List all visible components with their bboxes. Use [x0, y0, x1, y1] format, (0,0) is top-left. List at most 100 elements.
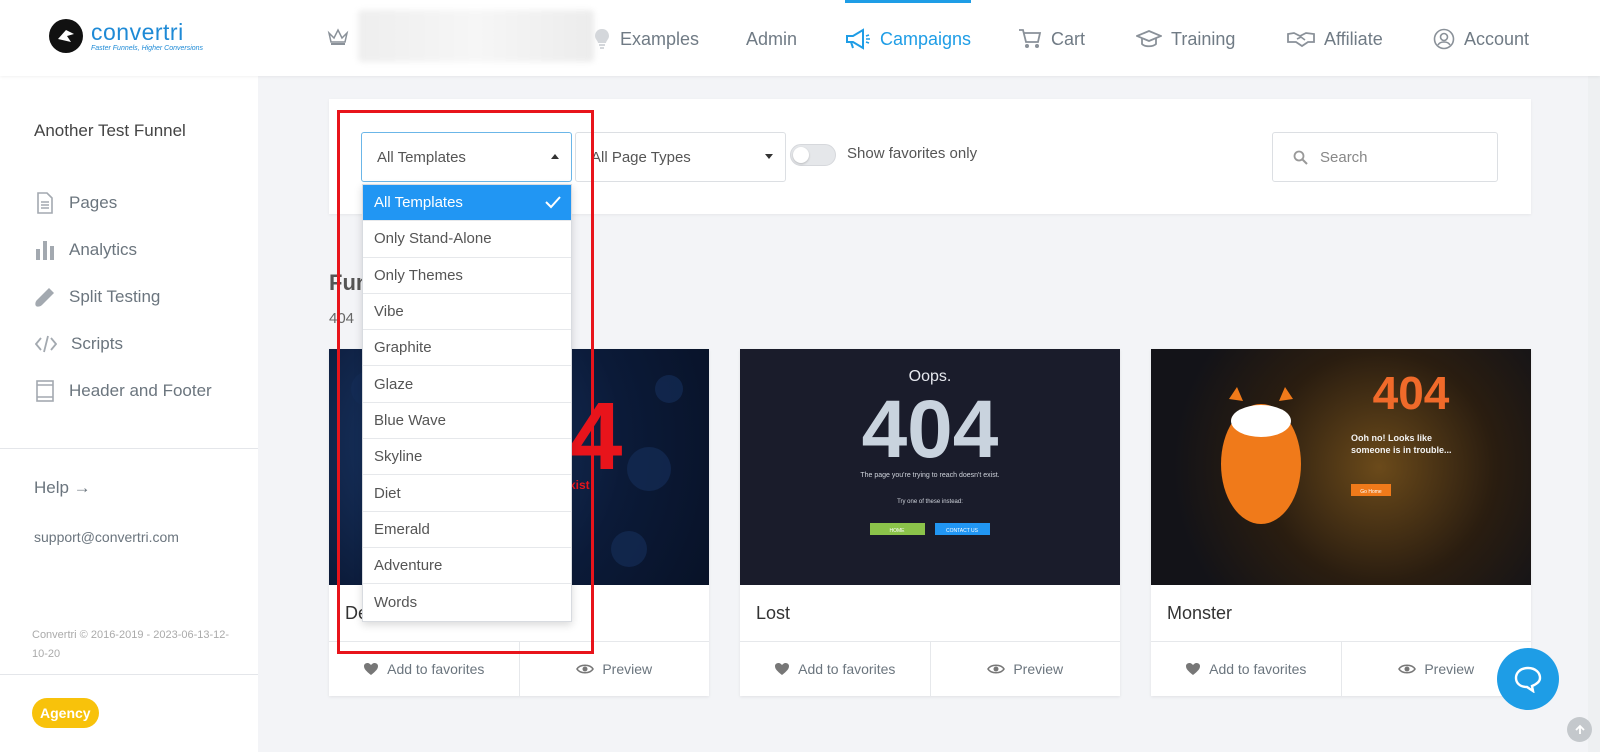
template-dropdown-menu: All Templates Only Stand-Alone Only Them… [362, 184, 572, 622]
dropdown-option[interactable]: Only Stand-Alone [363, 221, 571, 258]
funnel-name: Another Test Funnel [34, 121, 186, 140]
sidebar: Another Test Funnel Pages Analytics Spli… [0, 76, 258, 752]
page-icon [37, 192, 53, 214]
thumb-big-text: 404 [1373, 367, 1450, 419]
thumb-small-text: xist [569, 478, 590, 492]
dropdown-option[interactable]: Only Themes [363, 258, 571, 294]
monster-illustration [1221, 387, 1301, 524]
add-to-favorites-button[interactable]: Add to favorites [740, 642, 930, 696]
nav-examples[interactable]: Examples [593, 26, 699, 52]
thumb-big-text: 404 [862, 384, 999, 475]
toggle-knob [793, 147, 809, 163]
preview-button[interactable]: Preview [518, 642, 710, 696]
template-card[interactable]: 404 Ooh no! Looks like someone is in tro… [1151, 349, 1531, 696]
lightbulb-icon [595, 29, 609, 49]
thumb-line2: someone is in trouble... [1351, 445, 1452, 455]
sidebar-item-scripts[interactable]: Scripts [35, 331, 123, 357]
option-label: Words [374, 593, 418, 611]
page-type-select[interactable]: All Page Types [575, 132, 786, 182]
sidebar-item-header-footer[interactable]: Header and Footer [35, 378, 212, 404]
support-email-link[interactable]: support@convertri.com [34, 529, 179, 545]
option-label: Only Stand-Alone [374, 230, 492, 248]
dropdown-option[interactable]: Blue Wave [363, 403, 571, 440]
thumbnail-content: Oops. 404 The page you're trying to reac… [860, 368, 1000, 535]
add-to-favorites-button[interactable]: Add to favorites [329, 642, 519, 696]
sidebar-divider [0, 674, 258, 675]
template-card[interactable]: Oops. 404 The page you're trying to reac… [740, 349, 1120, 696]
dropdown-option[interactable]: Diet [363, 475, 571, 512]
scroll-to-top-button[interactable] [1567, 717, 1592, 742]
template-select[interactable]: All Templates [361, 132, 572, 182]
nav-admin[interactable]: Admin [746, 26, 797, 52]
eye-icon [576, 664, 595, 674]
thumb-line2: Try one of these instead: [897, 499, 963, 505]
sidebar-item-label: Header and Footer [69, 381, 212, 400]
nav-campaigns[interactable]: Campaigns [845, 26, 971, 52]
convertri-logo[interactable]: convertri Faster Funnels, Higher Convers… [49, 19, 203, 53]
crown-icon[interactable] [327, 27, 349, 52]
option-label: Vibe [374, 303, 404, 321]
blurred-account-name [358, 10, 594, 62]
nav-campaigns-label: Campaigns [880, 28, 972, 49]
chat-bubble-icon [1514, 666, 1542, 693]
chat-support-button[interactable] [1497, 648, 1559, 710]
option-label: Glaze [374, 375, 414, 393]
user-circle-icon [1433, 28, 1455, 50]
search-icon [1293, 150, 1308, 165]
dropdown-option[interactable]: Skyline [363, 439, 571, 476]
option-label: Blue Wave [374, 411, 446, 429]
logo-mark-icon [49, 19, 83, 53]
thumb-big-text: 4 [569, 383, 622, 490]
preview-label: Preview [602, 661, 653, 677]
preview-button[interactable]: Preview [929, 642, 1121, 696]
template-select-value: All Templates [377, 148, 466, 166]
flask-icon [35, 288, 54, 307]
nav-account[interactable]: Account [1433, 26, 1529, 52]
caret-up-icon [551, 154, 559, 159]
copyright-text: Convertri © 2016-2019 - 2023-06-13-12-10… [32, 629, 230, 660]
template-thumbnail[interactable]: Oops. 404 The page you're trying to reac… [740, 349, 1120, 585]
sidebar-item-label: Split Testing [69, 287, 161, 306]
favorite-label: Add to favorites [798, 661, 896, 677]
thumb-line1: Ooh no! Looks like [1351, 433, 1432, 443]
nav-affiliate-label: Affiliate [1324, 28, 1383, 49]
favorite-label: Add to favorites [1209, 661, 1307, 677]
page-scrollbar[interactable] [1588, 76, 1600, 752]
favorites-toggle[interactable] [790, 144, 836, 166]
nav-active-indicator [845, 0, 971, 3]
sidebar-item-label: Pages [69, 193, 118, 212]
option-label: Diet [374, 484, 401, 502]
option-label: Emerald [374, 520, 430, 538]
sidebar-item-label: Scripts [71, 334, 123, 353]
sidebar-item-pages[interactable]: Pages [35, 190, 117, 216]
dropdown-option[interactable]: Adventure [363, 548, 571, 585]
dropdown-option[interactable]: All Templates [363, 185, 571, 222]
handshake-icon [1287, 32, 1315, 48]
dropdown-option[interactable]: Emerald [363, 512, 571, 548]
dropdown-option[interactable]: Graphite [363, 330, 571, 367]
section-subtitle: 404 [329, 310, 355, 327]
add-to-favorites-button[interactable]: Add to favorites [1151, 642, 1341, 696]
checkmark-icon [545, 196, 561, 209]
nav-affiliate[interactable]: Affiliate [1287, 26, 1383, 52]
sidebar-item-analytics[interactable]: Analytics [35, 237, 137, 263]
template-thumbnail[interactable]: 404 Ooh no! Looks like someone is in tro… [1151, 349, 1531, 585]
nav-training[interactable]: Training [1136, 26, 1235, 52]
heart-icon [364, 663, 379, 675]
heart-icon [1186, 663, 1201, 675]
card-actions: Add to favorites Preview [329, 641, 709, 696]
thumb-btn: Go Home [1360, 489, 1382, 495]
dropdown-option[interactable]: Words [363, 584, 571, 620]
option-label: Graphite [374, 339, 432, 357]
dropdown-option[interactable]: Glaze [363, 366, 571, 403]
search-input[interactable]: Search [1272, 132, 1498, 182]
thumb-heading: Oops. [909, 368, 952, 385]
bar-chart-icon [36, 241, 54, 260]
nav-account-label: Account [1464, 28, 1530, 49]
dropdown-option[interactable]: Vibe [363, 294, 571, 331]
top-navigation-bar: convertri Faster Funnels, Higher Convers… [0, 0, 1600, 76]
help-link[interactable]: Help → [34, 478, 91, 498]
nav-cart[interactable]: Cart [1018, 26, 1085, 52]
eye-icon [987, 664, 1006, 674]
sidebar-item-split-testing[interactable]: Split Testing [35, 284, 160, 310]
